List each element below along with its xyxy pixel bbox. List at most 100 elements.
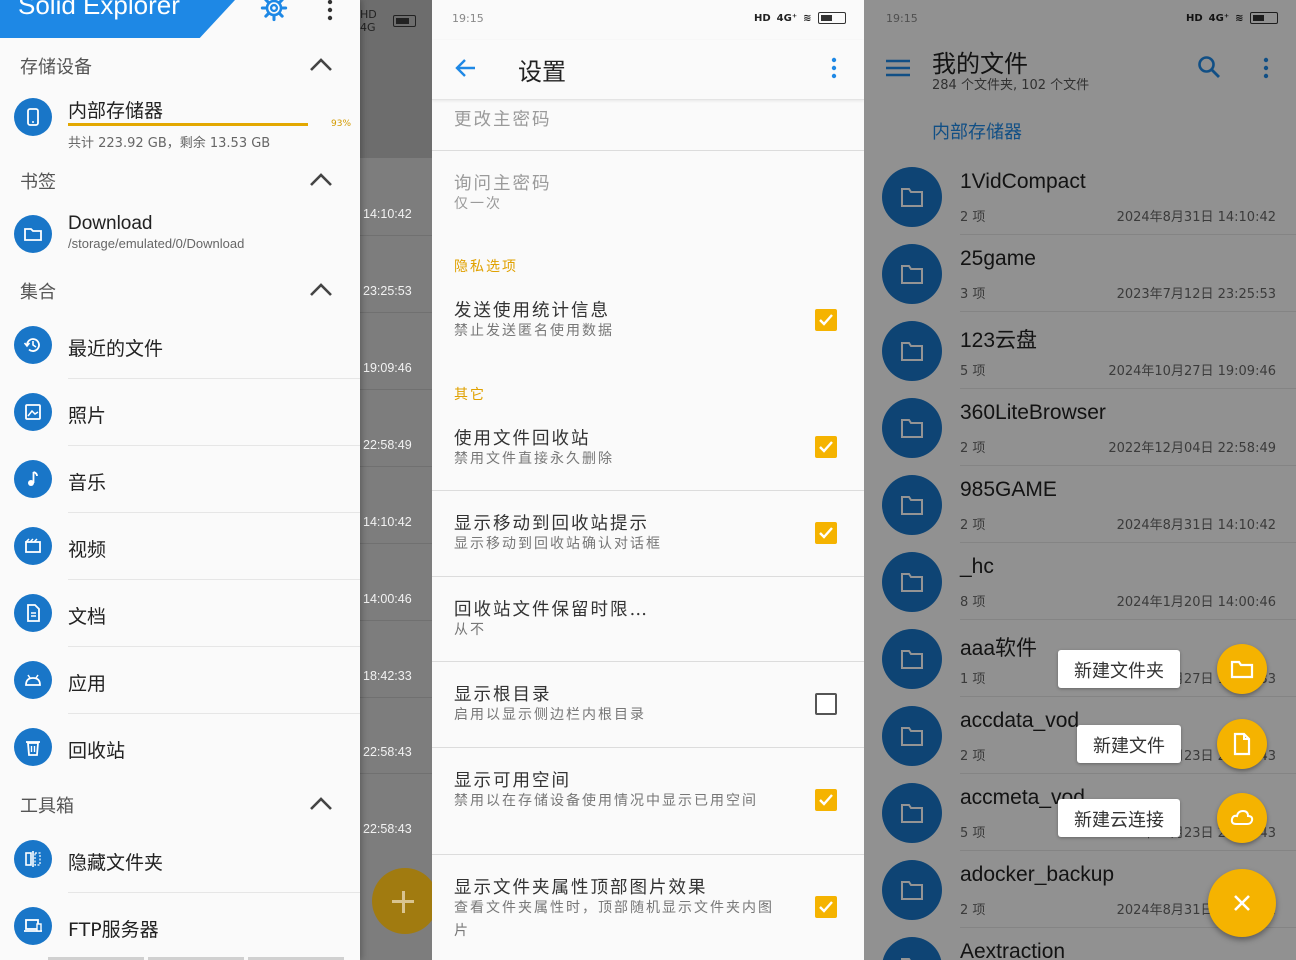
setting-show-free-space[interactable]: 显示可用空间 禁用以在存储设备使用情况中显示已用空间 — [432, 748, 864, 855]
page-title: 设置 — [518, 58, 566, 86]
checkbox-checked[interactable] — [815, 896, 837, 918]
background-time: 14:10:42 — [363, 207, 412, 221]
setting-move-to-recycle-prompt[interactable]: 显示移动到回收站提示 显示移动到回收站确认对话框 — [432, 491, 864, 577]
setting-show-root-directory[interactable]: 显示根目录 启用以显示侧边栏内根目录 — [432, 662, 864, 748]
folder-icon — [1230, 660, 1254, 679]
ftp-server-icon — [14, 907, 52, 945]
setting-title: 显示移动到回收站提示 — [454, 514, 649, 534]
hidden-folder-icon — [14, 840, 52, 878]
storage-usage-bar — [68, 123, 308, 126]
app-title: Solid Explorer — [18, 0, 180, 20]
drawer-item-videos[interactable]: 视频 — [0, 513, 360, 580]
setting-title: 显示可用空间 — [454, 771, 571, 791]
chevron-up-icon[interactable] — [308, 55, 334, 73]
setting-ask-master-password[interactable]: 询问主密码 仅一次 — [432, 151, 864, 231]
android-icon — [14, 661, 52, 699]
background-time: 19:09:46 — [363, 361, 412, 375]
checkbox-checked[interactable] — [815, 436, 837, 458]
background-time: 23:25:53 — [363, 284, 412, 298]
back-arrow-icon[interactable] — [454, 56, 478, 80]
new-cloud-connection-fab[interactable] — [1217, 793, 1267, 843]
setting-send-usage-stats[interactable]: 发送使用统计信息 禁止发送匿名使用数据 — [432, 280, 864, 365]
bookmark-name: Download — [68, 213, 153, 234]
drawer-item-apps[interactable]: 应用 — [0, 647, 360, 714]
folder-icon — [14, 215, 52, 253]
solid-explorer-drawer-panel: HD 4G 14:10:42 23:25:53 19:09:46 22:58:4… — [0, 0, 432, 960]
drawer-item-photos[interactable]: 照片 — [0, 379, 360, 446]
chevron-up-icon[interactable] — [308, 794, 334, 812]
section-collections-header[interactable]: 集合 — [0, 270, 360, 310]
chevron-up-icon[interactable] — [308, 170, 334, 188]
section-bookmarks-header[interactable]: 书签 — [0, 160, 360, 200]
file-icon — [1233, 732, 1251, 756]
drawer-header: Solid Explorer — [0, 0, 360, 38]
image-icon — [14, 393, 52, 431]
settings-panel: 19:15 HD 4G⁺ ≋ 设置 更改主密码 询问主密码 仅一次 隐私选项 发送使… — [432, 0, 864, 960]
chevron-up-icon[interactable] — [308, 280, 334, 298]
section-storage-header[interactable]: 存储设备 — [0, 45, 360, 85]
drawer-item-hidden-folders[interactable]: 隐藏文件夹 — [0, 826, 360, 893]
background-time: 22:58:43 — [363, 822, 412, 836]
bookmark-path: /storage/emulated/0/Download — [68, 236, 245, 251]
setting-recycle-retention[interactable]: 回收站文件保留时限… 从不 — [432, 577, 864, 662]
setting-title: 更改主密码 — [454, 110, 552, 130]
setting-subtitle: 禁用以在存储设备使用情况中显示已用空间 — [454, 793, 758, 809]
checkbox-checked[interactable] — [815, 309, 837, 331]
checkbox-unchecked[interactable] — [815, 693, 837, 715]
setting-title: 询问主密码 — [454, 174, 552, 194]
trash-icon — [14, 728, 52, 766]
setting-title: 显示文件夹属性顶部图片效果 — [454, 878, 708, 898]
setting-title: 使用文件回收站 — [454, 429, 591, 449]
drawer-item-music[interactable]: 音乐 — [0, 446, 360, 513]
background-add-fab — [372, 868, 432, 934]
fab-label-new-file[interactable]: 新建文件 — [1077, 725, 1181, 763]
fab-label-new-cloud-connection[interactable]: 新建云连接 — [1058, 799, 1180, 837]
close-icon — [1234, 895, 1250, 911]
background-time: 18:42:33 — [363, 669, 412, 683]
background-time: 22:58:43 — [363, 745, 412, 759]
fab-label-new-folder[interactable]: 新建文件夹 — [1058, 650, 1180, 688]
more-vert-icon[interactable] — [326, 0, 334, 22]
setting-title: 显示根目录 — [454, 685, 552, 705]
setting-subtitle: 禁止发送匿名使用数据 — [454, 323, 614, 339]
setting-subtitle: 启用以显示侧边栏内根目录 — [454, 707, 646, 723]
drawer-item-ftp-server[interactable]: FTP服务器 — [0, 893, 360, 960]
storage-detail: 共计 223.92 GB，剩余 13.53 GB — [68, 136, 271, 151]
section-label: 存储设备 — [20, 57, 92, 78]
navigation-drawer: Solid Explorer 存储设备 内部存储器 93% 共计 223.92 … — [0, 0, 360, 960]
status-bar-icons: HD 4G⁺ ≋ — [754, 12, 846, 24]
new-file-fab[interactable] — [1217, 719, 1267, 769]
section-label: 书签 — [20, 172, 56, 193]
storage-name: 内部存储器 — [68, 100, 164, 122]
checkbox-checked[interactable] — [815, 789, 837, 811]
video-icon — [14, 527, 52, 565]
history-icon — [14, 326, 52, 364]
category-other: 其它 — [454, 387, 486, 403]
file-browser-panel: 19:15 HD 4G⁺ ≋ 我的文件 284 个文件夹, 102 个文件 内部存储… — [864, 0, 1296, 960]
cloud-icon — [1230, 809, 1254, 825]
drawer-item-recycle-bin[interactable]: 回收站 — [0, 714, 360, 781]
drawer-item-recent-files[interactable]: 最近的文件 — [0, 312, 360, 379]
new-folder-fab[interactable] — [1217, 644, 1267, 694]
battery-icon — [817, 12, 846, 24]
drawer-item-documents[interactable]: 文档 — [0, 580, 360, 647]
setting-use-recycle-bin[interactable]: 使用文件回收站 禁用文件直接永久删除 — [432, 405, 864, 491]
setting-subtitle: 从不 — [454, 622, 486, 638]
settings-toolbar: 设置 — [432, 40, 864, 100]
close-fab-menu-button[interactable] — [1208, 869, 1276, 937]
checkbox-checked[interactable] — [815, 522, 837, 544]
drawer-item-label: FTP服务器 — [68, 919, 159, 941]
section-label: 集合 — [20, 282, 56, 303]
status-bar: 19:15 HD 4G⁺ ≋ — [432, 0, 864, 40]
section-label: 工具箱 — [20, 796, 74, 817]
setting-change-master-password[interactable]: 更改主密码 — [432, 101, 864, 151]
battery-icon — [392, 15, 416, 27]
music-note-icon — [14, 460, 52, 498]
background-time: 14:10:42 — [363, 515, 412, 529]
more-vert-icon[interactable] — [830, 56, 838, 80]
setting-folder-header-image[interactable]: 显示文件夹属性顶部图片效果 查看文件夹属性时，顶部随机显示文件夹内图片 — [432, 855, 864, 960]
settings-gear-icon[interactable] — [260, 0, 288, 22]
category-privacy: 隐私选项 — [454, 259, 518, 275]
setting-subtitle: 显示移动到回收站确认对话框 — [454, 536, 662, 552]
section-toolbox-header[interactable]: 工具箱 — [0, 784, 360, 824]
